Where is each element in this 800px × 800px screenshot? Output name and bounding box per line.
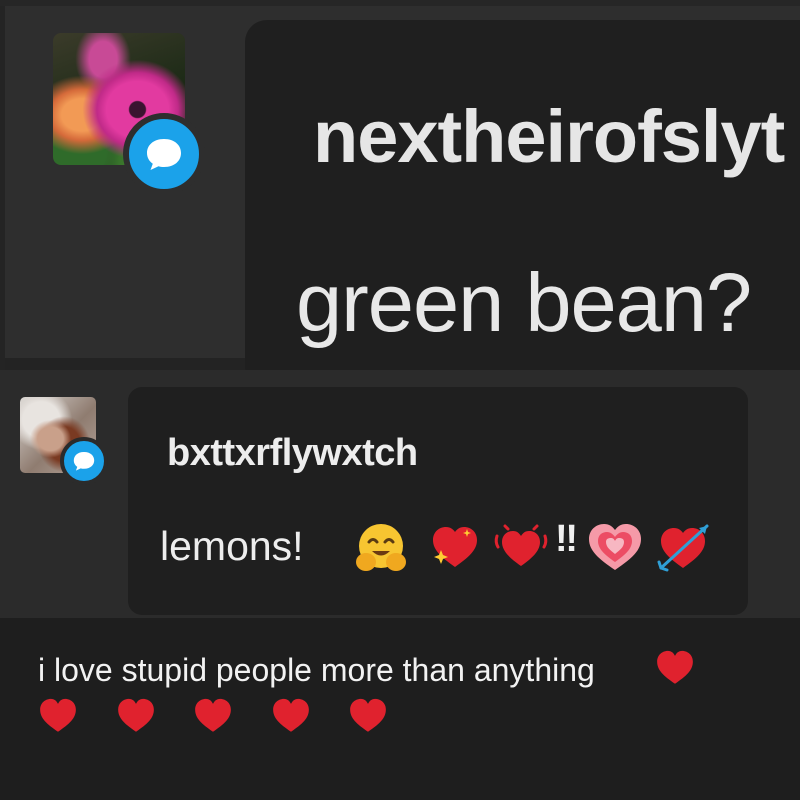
comment-username[interactable]: bxttxrflywxtch: [167, 432, 418, 475]
red-heart-icon: [118, 698, 154, 732]
red-heart-icon: [40, 698, 76, 732]
growing-heart-emoji: [589, 524, 641, 570]
red-heart-icon: [350, 698, 386, 732]
hugging-face-emoji: [356, 524, 406, 571]
bottom-divider: [5, 358, 245, 370]
double-exclamation: ‼: [555, 518, 578, 560]
comment-zoomed: nextheirofslyt green bean?: [0, 0, 800, 370]
comment-bubble: [128, 387, 748, 615]
comment: [0, 370, 800, 618]
comment-text: lemons!: [160, 523, 304, 569]
beating-heart-emoji: [494, 524, 548, 566]
heart-with-arrow-emoji: [657, 524, 709, 572]
comment-text: green bean?: [296, 256, 752, 349]
sparkling-heart-emoji: [433, 527, 477, 567]
top-divider: [0, 0, 800, 6]
comment-username[interactable]: nextheirofslyt: [313, 94, 785, 179]
speech-bubble-icon: [123, 113, 205, 195]
red-heart-icon: [195, 698, 231, 732]
speech-bubble-icon: [60, 437, 108, 485]
caption-text: i love stupid people more than anything: [38, 652, 595, 688]
left-divider: [0, 6, 5, 370]
red-heart-icon: [273, 698, 309, 732]
red-heart-icon: [657, 650, 693, 684]
